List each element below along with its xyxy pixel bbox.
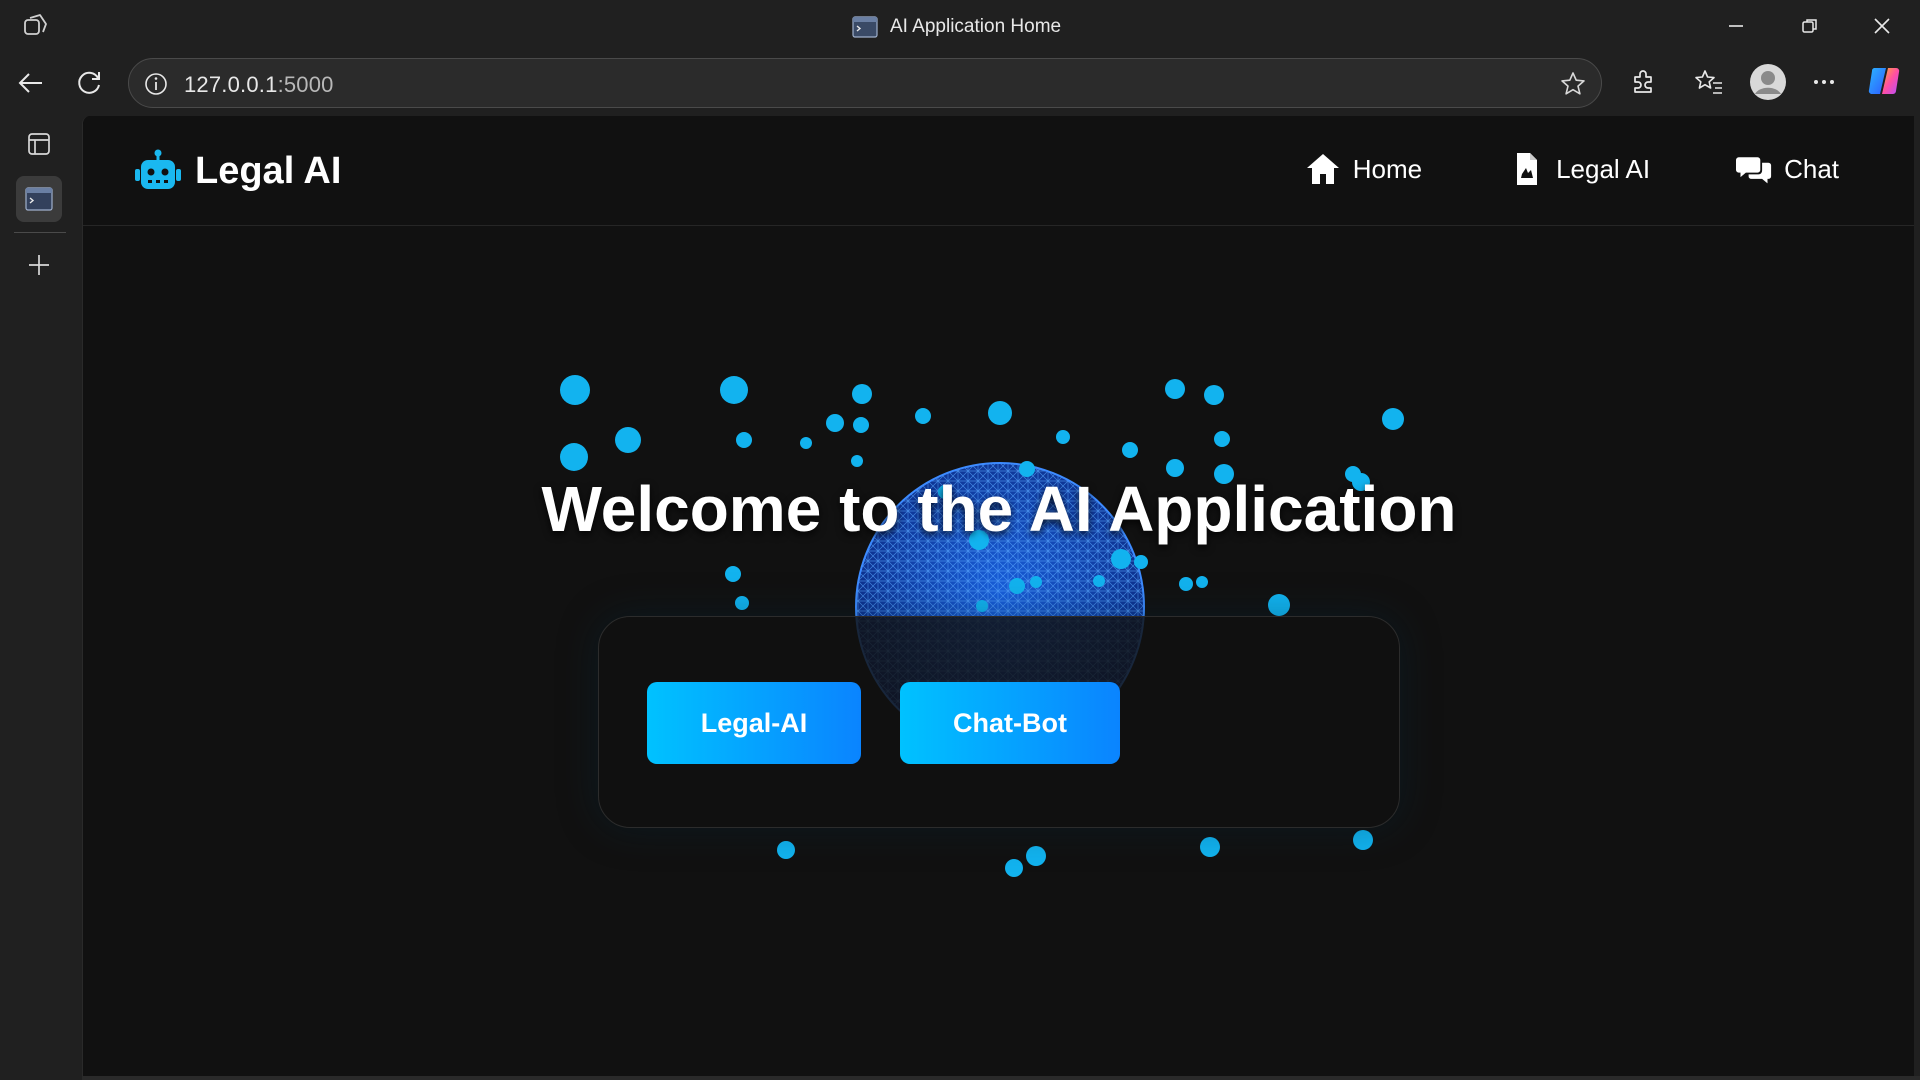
legal-ai-button[interactable]: Legal-AI (647, 682, 861, 764)
window-title-group: AI Application Home (852, 14, 1061, 40)
minimize-icon[interactable] (1720, 10, 1752, 42)
action-card: Legal-AI Chat-Bot (598, 616, 1400, 828)
brand-name: Legal AI (195, 149, 342, 192)
robot-icon (133, 149, 183, 193)
hero-title: Welcome to the AI Application (541, 473, 1457, 545)
browser-title-bar: AI Application Home (0, 0, 1920, 52)
terminal-tab-icon (852, 16, 878, 38)
site-header: Legal AI Home Legal AI Chat (83, 116, 1914, 226)
more-options-icon[interactable] (1805, 63, 1843, 101)
window-bottom-edge (82, 1076, 1920, 1080)
extensions-icon[interactable] (1624, 63, 1662, 101)
nav-link-label: Legal AI (1556, 153, 1651, 184)
back-arrow-icon[interactable] (13, 65, 49, 101)
hero-background-art (560, 375, 1404, 877)
main-nav: Home Legal AI Chat (1305, 152, 1839, 186)
address-bar[interactable]: 127.0.0.1:5000 (128, 58, 1602, 108)
nav-link-home[interactable]: Home (1305, 152, 1422, 186)
restore-icon[interactable] (1794, 10, 1826, 42)
document-icon (1517, 153, 1538, 185)
profile-avatar-icon[interactable] (1747, 61, 1789, 103)
vertical-tabs-sidebar (0, 114, 82, 1080)
url-port: :5000 (277, 72, 334, 97)
copilot-icon[interactable] (1864, 60, 1906, 102)
url-text: 127.0.0.1:5000 (184, 72, 334, 98)
home-icon (1306, 154, 1339, 184)
sidebar-divider (14, 232, 66, 233)
favorites-icon[interactable] (1690, 63, 1728, 101)
brand[interactable]: Legal AI (133, 149, 341, 193)
site-info-icon[interactable] (143, 71, 169, 97)
new-tab-plus-icon[interactable] (16, 242, 62, 288)
chat-bot-button[interactable]: Chat-Bot (900, 682, 1120, 764)
window-title: AI Application Home (890, 16, 1062, 37)
nav-link-label: Chat (1784, 153, 1839, 184)
active-tab-terminal-icon[interactable] (16, 176, 62, 222)
nav-link-label: Home (1352, 153, 1423, 184)
url-host: 127.0.0.1 (184, 72, 278, 97)
tab-panel-icon[interactable] (16, 121, 62, 167)
favorite-star-icon[interactable] (1559, 70, 1587, 98)
refresh-icon[interactable] (71, 65, 107, 101)
nav-link-chat[interactable]: Chat (1736, 152, 1839, 186)
page-viewport: Legal AI Home Legal AI Chat Welcome to t… (82, 116, 1914, 1076)
close-icon[interactable] (1866, 10, 1898, 42)
workspaces-icon[interactable] (22, 12, 50, 40)
chat-bubbles-icon (1736, 157, 1772, 184)
nav-link-legal-ai[interactable]: Legal AI (1508, 152, 1650, 186)
